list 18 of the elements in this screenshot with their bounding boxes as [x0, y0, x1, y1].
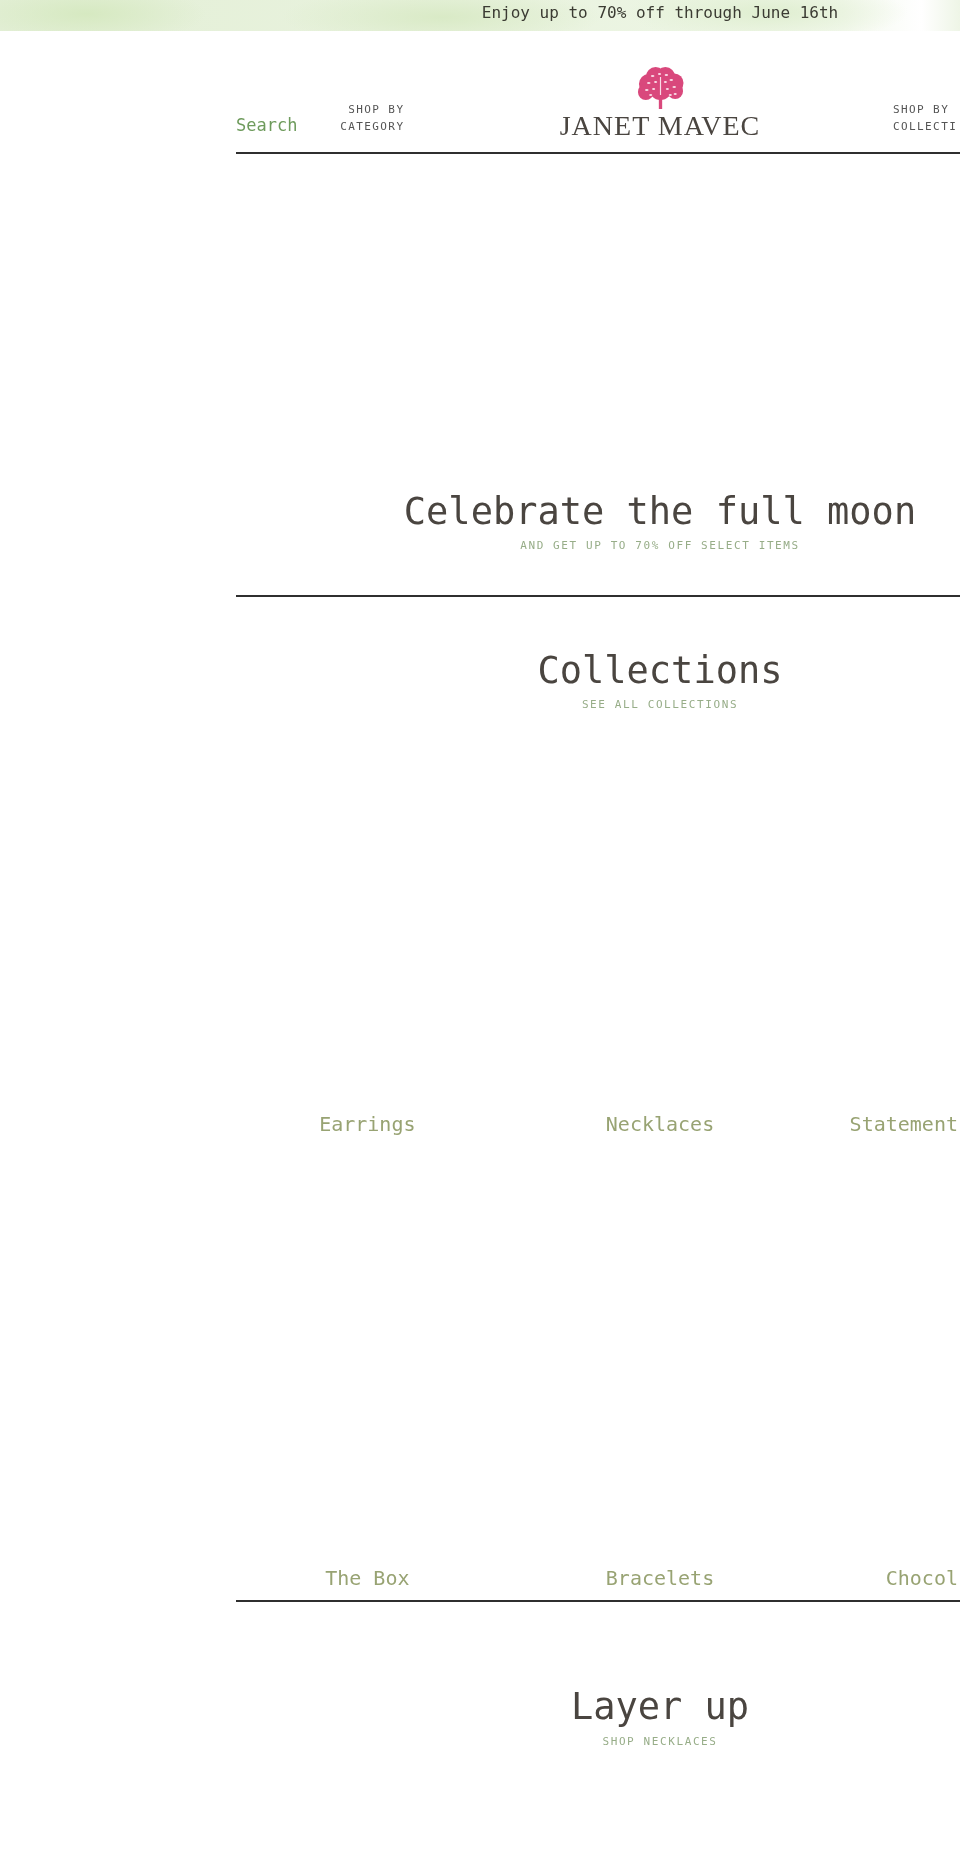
section-title: Layer up: [570, 1685, 750, 1729]
brand-name[interactable]: JANET MAVEC: [559, 113, 761, 139]
nav-link[interactable]: SHOP BY COLLECTI: [893, 101, 959, 135]
announcement-text: Enjoy up to 70% off through June 16th: [481, 3, 839, 23]
hero-title: Celebrate the full moon: [403, 490, 917, 534]
shop-link[interactable]: SHOP NECKLACES: [602, 1735, 718, 1749]
collection-link[interactable]: Statement: [849, 1112, 958, 1136]
tree-icon[interactable]: [635, 67, 685, 109]
section-title: Collections: [537, 649, 783, 693]
collection-link[interactable]: The Box: [325, 1566, 410, 1590]
see-all-link[interactable]: SEE ALL COLLECTIONS: [581, 698, 739, 712]
collection-link[interactable]: Chocol: [885, 1566, 958, 1590]
promo-link[interactable]: AND GET UP TO 70% OFF SELECT ITEMS: [520, 539, 800, 553]
collection-link[interactable]: Bracelets: [605, 1566, 715, 1590]
collection-link[interactable]: Earrings: [319, 1112, 416, 1136]
collection-link[interactable]: Necklaces: [605, 1112, 715, 1136]
search-link[interactable]: Search: [236, 115, 298, 135]
nav-link[interactable]: SHOP BY CATEGORY: [338, 101, 405, 135]
